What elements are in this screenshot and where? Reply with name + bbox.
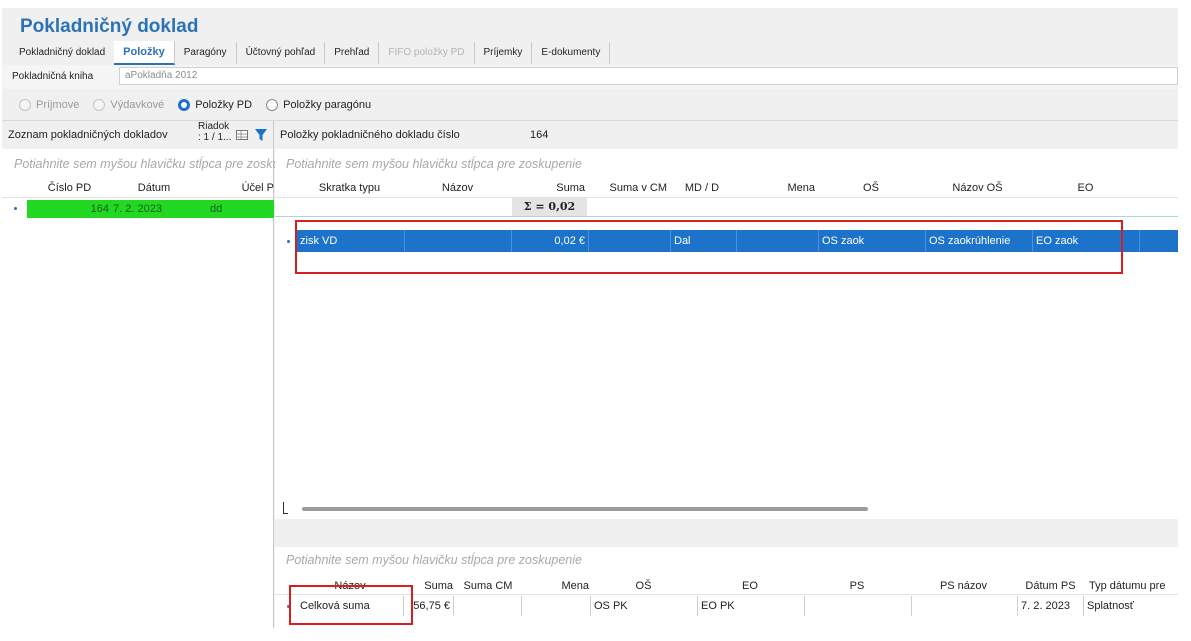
tab-polozky[interactable]: Položky [114, 41, 175, 65]
sum-footer: Σ = 0,02 [512, 198, 587, 216]
tab-pokladnicny-doklad[interactable]: Pokladničný doklad [10, 42, 114, 64]
cell-datum-ps: 7. 2. 2023 [1018, 596, 1084, 616]
table-row[interactable]: 164 7. 2. 2023 dd [27, 200, 274, 218]
column-header-eo[interactable]: EO [1033, 178, 1138, 198]
tab-e-dokumenty[interactable]: E-dokumenty [532, 42, 611, 64]
sum-divider [275, 216, 1178, 217]
column-header-suma-cm[interactable]: Suma CM [455, 578, 521, 595]
column-header-md-d[interactable]: MD / D [671, 178, 733, 198]
cell-typ-datumu: Splatnosť [1087, 600, 1134, 612]
group-by-hint[interactable]: Potiahnite sem myšou hlavičku stĺpca pre… [286, 553, 582, 567]
kniha-label: Pokladničná kniha [12, 71, 94, 82]
radio-circle-icon [93, 98, 106, 111]
radio-prijmove[interactable]: Príjmove [19, 98, 80, 111]
column-header-eo[interactable]: EO [697, 578, 803, 595]
column-header-suma-cm[interactable]: Suma v CM [589, 178, 667, 198]
cell-datum: 7. 2. 2023 [113, 203, 162, 215]
radio-vydavkove[interactable]: Výdavkové [93, 98, 165, 111]
radio-polozky-paragonu[interactable]: Položky paragónu [266, 98, 372, 111]
cell-ps-nazov [912, 596, 1018, 616]
polozky-column-headers: Skratka typu Názov Suma Suma v CM MD / D… [275, 178, 1178, 198]
column-header-nazov-os[interactable]: Názov OŠ [925, 178, 1030, 198]
tab-uctovny-pohlad[interactable]: Účtovný pohľad [237, 42, 326, 64]
tab-prijemky[interactable]: Príjemky [475, 42, 533, 64]
group-by-hint[interactable]: Potiahnite sem myšou hlavičku stĺpca pre… [286, 157, 582, 171]
cell-ucel: dd [210, 203, 223, 215]
group-by-hint[interactable]: Potiahnite sem myšou hlavičku stĺpca pre… [14, 157, 310, 171]
row-indicator-icon [287, 240, 290, 243]
column-header-datum[interactable]: Dátum [120, 178, 188, 198]
tab-bar: Pokladničný doklad Položky Paragóny Účto… [10, 41, 611, 65]
doklady-list-pane: Zoznam pokladničných dokladov Riadok : 1… [2, 121, 310, 628]
radio-circle-icon [19, 98, 31, 111]
row-indicator-icon [14, 207, 17, 210]
grid-corner-marker [283, 502, 288, 514]
cell-cislo-pd: 164 [90, 203, 109, 215]
polozky-header: Položky pokladničného dokladu číslo 164 [275, 121, 1178, 149]
polozky-title: Položky pokladničného dokladu číslo [280, 129, 460, 141]
kniha-bar: Pokladničná kniha aPokladňa 2012 [2, 65, 1178, 89]
radio-polozky-pd[interactable]: Položky PD [178, 98, 253, 111]
table-row[interactable]: Celková suma 56,75 € OS PK EO PK 7. 2. 2… [297, 596, 1178, 616]
column-header-ucel[interactable]: Účel P [224, 178, 274, 198]
riadok-label: Riadok [198, 121, 230, 132]
doklad-number: 164 [530, 129, 549, 141]
column-header-cislo-pd[interactable]: Číslo PD [27, 178, 112, 198]
annotation-highlight-box [289, 585, 413, 625]
cell-eo: EO PK [698, 596, 805, 616]
annotation-highlight-box [295, 220, 1123, 274]
column-header-mena[interactable]: Mena [523, 578, 589, 595]
radio-label: Výdavkové [110, 98, 165, 111]
tab-fifo-polozky[interactable]: FIFO položky PD [379, 42, 475, 64]
riadok-counter: : 1 / 1... [198, 132, 232, 143]
horizontal-scrollbar[interactable] [302, 507, 868, 511]
cell-os: OS PK [591, 596, 698, 616]
column-header-typ-datumu[interactable]: Typ dátumu pre [1085, 578, 1178, 595]
column-header-ps[interactable]: PS [805, 578, 909, 595]
radio-circle-icon [266, 98, 279, 111]
tab-prehlad[interactable]: Prehľad [325, 42, 380, 64]
filter-radio-group: Príjmove Výdavkové Položky PD Položky pa… [2, 89, 1178, 121]
doklady-list-column-headers: Číslo PD Dátum Účel P [2, 178, 274, 198]
cell-suma-cm [454, 596, 522, 616]
column-header-os[interactable]: OŠ [591, 578, 696, 595]
column-header-ps-nazov[interactable]: PS názov [911, 578, 1016, 595]
radio-label: Položky PD [195, 98, 253, 111]
kniha-input[interactable]: aPokladňa 2012 [119, 67, 1178, 85]
column-header-suma[interactable]: Suma [512, 178, 585, 198]
radio-selected-icon [178, 98, 191, 111]
tab-paragony[interactable]: Paragóny [175, 42, 237, 64]
column-header-datum-ps[interactable]: Dátum PS [1018, 578, 1083, 595]
cell-mena [522, 596, 591, 616]
polozky-pane: Položky pokladničného dokladu číslo 164 … [275, 121, 1178, 628]
grid-options-icon[interactable] [236, 130, 249, 142]
doklady-list-title: Zoznam pokladničných dokladov [8, 129, 168, 141]
doklady-list-header: Zoznam pokladničných dokladov Riadok : 1… [2, 121, 273, 149]
cell-ps [805, 596, 912, 616]
column-header-mena[interactable]: Mena [737, 178, 815, 198]
radio-label: Položky paragónu [283, 98, 372, 111]
filter-icon[interactable] [255, 129, 267, 142]
detail-panel-separator [275, 519, 1178, 547]
column-header-os[interactable]: OŠ [819, 178, 923, 198]
column-header-skratka[interactable]: Skratka typu [297, 178, 402, 198]
radio-label: Príjmove [36, 98, 80, 111]
window: Pokladničný doklad Pokladničný doklad Po… [2, 8, 1178, 628]
page-title: Pokladničný doklad [20, 16, 199, 37]
column-header-nazov[interactable]: Názov [405, 178, 510, 198]
